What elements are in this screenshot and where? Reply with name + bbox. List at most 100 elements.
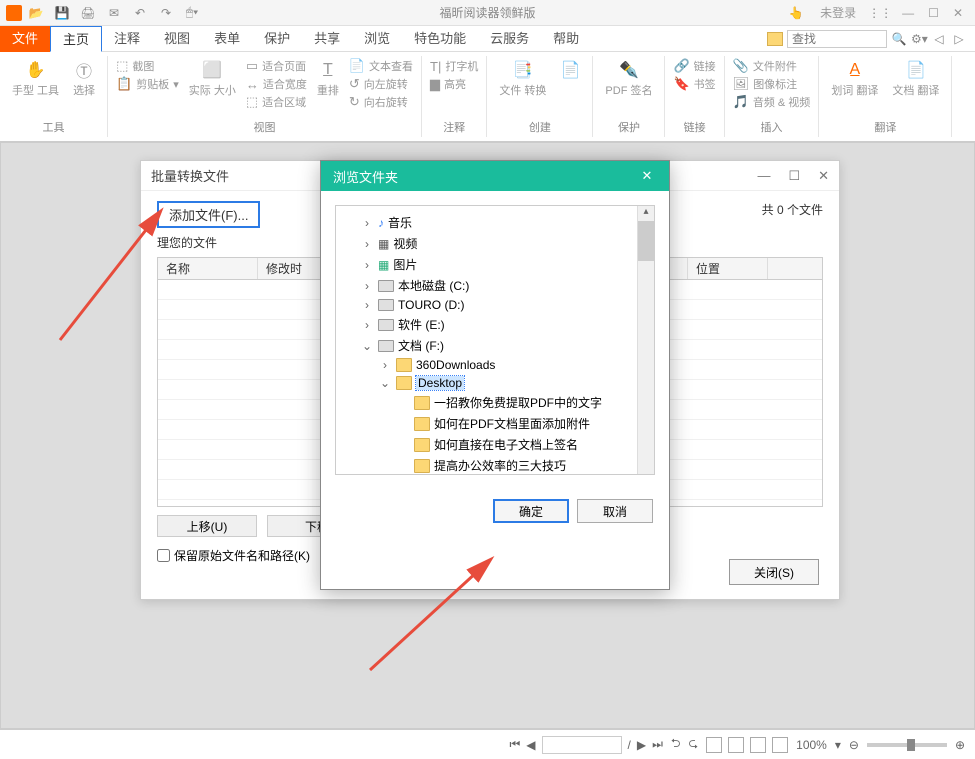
- actual-size-btn[interactable]: ⬜实际 大小: [185, 58, 240, 117]
- next-page-icon[interactable]: ▶: [637, 738, 646, 752]
- rotate-right-btn[interactable]: ↻向右旋转: [349, 94, 413, 110]
- tab-share[interactable]: 共享: [302, 26, 352, 52]
- text-view-btn[interactable]: 📄文本查看: [349, 58, 413, 74]
- tree-video[interactable]: ›视频: [342, 233, 648, 254]
- dropdown-icon[interactable]: 🖱▾: [184, 5, 200, 21]
- tree-360dl[interactable]: ›360Downloads: [342, 356, 648, 374]
- zoom-in-icon[interactable]: ⊕: [955, 738, 965, 752]
- maximize-button[interactable]: ☐: [928, 6, 939, 20]
- pdf-sign-btn[interactable]: ✒️PDF 签名: [601, 58, 656, 117]
- tree-scrollbar[interactable]: ▴: [637, 206, 654, 474]
- share-icon[interactable]: ⋮⋮: [872, 5, 888, 21]
- nav-back-icon[interactable]: ⮌: [671, 734, 681, 755]
- search-input[interactable]: [787, 30, 887, 48]
- nav-fwd-icon[interactable]: ⮎: [689, 734, 699, 755]
- batch-minimize[interactable]: —: [757, 168, 770, 184]
- keep-path-label: 保留原始文件名和路径(K): [174, 547, 310, 564]
- ok-button[interactable]: 确定: [493, 499, 569, 523]
- zoom-out-icon[interactable]: ⊖: [849, 738, 859, 752]
- save-icon[interactable]: 💾: [54, 5, 70, 21]
- tree-doc4[interactable]: 提高办公效率的三大技巧: [342, 455, 648, 475]
- col-loc[interactable]: 位置: [688, 258, 768, 279]
- zoom-value: 100%: [796, 738, 827, 752]
- fit-area-btn[interactable]: ⬚适合区域: [246, 94, 307, 110]
- tab-view[interactable]: 视图: [152, 26, 202, 52]
- search-icon[interactable]: 🔍: [891, 32, 907, 46]
- fit-width-btn[interactable]: ↔适合宽度: [246, 76, 307, 92]
- col-name[interactable]: 名称: [158, 258, 258, 279]
- layout-4-icon[interactable]: [772, 737, 788, 753]
- redo-icon[interactable]: ↷: [158, 5, 174, 21]
- page-input[interactable]: [542, 736, 622, 754]
- browse-close-icon[interactable]: ✕: [637, 168, 657, 184]
- highlight-btn[interactable]: ▆高亮: [430, 76, 478, 92]
- ribbon: ✋手型 工具 Ⓣ选择 工具 ⬚截图 📋剪贴板▾ ⬜实际 大小 ▭适合页面 ↔适合…: [0, 52, 975, 142]
- cancel-button[interactable]: 取消: [577, 499, 653, 523]
- batch-close-button[interactable]: 关闭(S): [729, 559, 819, 585]
- minimize-button[interactable]: —: [902, 6, 914, 20]
- mail-icon[interactable]: ✉: [106, 5, 122, 21]
- add-file-button[interactable]: 添加文件(F)...: [157, 201, 260, 228]
- prev-page-icon[interactable]: ◀: [526, 738, 535, 752]
- batch-maximize[interactable]: ☐: [788, 168, 800, 184]
- image-annot-btn[interactable]: 🖼图像标注: [733, 76, 811, 92]
- tree-doc1[interactable]: 一招教你免费提取PDF中的文字: [342, 392, 648, 413]
- tab-form[interactable]: 表单: [202, 26, 252, 52]
- av-btn[interactable]: 🎵音频 & 视频: [733, 94, 811, 110]
- prev-icon[interactable]: ◁: [931, 32, 947, 46]
- tab-cloud[interactable]: 云服务: [478, 26, 541, 52]
- tree-music[interactable]: ›音乐: [342, 212, 648, 233]
- col-mod[interactable]: 修改时: [258, 258, 328, 279]
- tree-desktop[interactable]: ⌄Desktop: [342, 374, 648, 392]
- first-page-icon[interactable]: ⏮: [509, 737, 520, 752]
- tab-home[interactable]: 主页: [50, 26, 102, 52]
- tab-file[interactable]: 文件: [0, 26, 50, 52]
- convert-extra-btn[interactable]: 📄: [556, 58, 584, 117]
- layout-2-icon[interactable]: [728, 737, 744, 753]
- hand-icon[interactable]: 👆: [788, 5, 804, 21]
- doc-translate-btn[interactable]: 📄文档 翻译: [888, 58, 943, 117]
- file-attach-btn[interactable]: 📎文件附件: [733, 58, 811, 74]
- typewriter-btn[interactable]: T|打字机: [430, 58, 478, 74]
- file-convert-btn[interactable]: 📑文件 转换: [495, 58, 550, 117]
- statusbar: ⏮ ◀ / ▶ ⏭ ⮌ ⮎ 100% ▾ ⊖ ⊕: [0, 729, 975, 759]
- hand-tool[interactable]: ✋手型 工具: [8, 58, 63, 117]
- move-up-button[interactable]: 上移(U): [157, 515, 257, 537]
- zoom-dropdown-icon[interactable]: ▾: [835, 738, 841, 752]
- open-icon[interactable]: 📂: [28, 5, 44, 21]
- print-icon[interactable]: 🖨: [80, 5, 96, 21]
- tab-special[interactable]: 特色功能: [402, 26, 478, 52]
- tree-pic[interactable]: ›图片: [342, 254, 648, 275]
- layout-1-icon[interactable]: [706, 737, 722, 753]
- screenshot-btn[interactable]: ⬚截图: [116, 58, 179, 74]
- bookmark-btn[interactable]: 🔖书签: [673, 76, 715, 92]
- last-page-icon[interactable]: ⏭: [652, 737, 663, 752]
- tree-edrive[interactable]: ›软件 (E:): [342, 314, 648, 335]
- keep-path-checkbox[interactable]: [157, 549, 170, 562]
- folder-search-icon[interactable]: [767, 32, 783, 46]
- tree-ddrive[interactable]: ›TOURO (D:): [342, 296, 648, 314]
- close-button[interactable]: ✕: [953, 6, 963, 20]
- tab-help[interactable]: 帮助: [541, 26, 591, 52]
- clipboard-btn[interactable]: 📋剪贴板▾: [116, 76, 179, 92]
- login-status[interactable]: 未登录: [812, 4, 864, 21]
- next-icon[interactable]: ▷: [951, 32, 967, 46]
- tab-browse[interactable]: 浏览: [352, 26, 402, 52]
- rotate-left-btn[interactable]: ↺向左旋转: [349, 76, 413, 92]
- batch-close[interactable]: ✕: [818, 168, 829, 184]
- tree-fdrive[interactable]: ⌄文档 (F:): [342, 335, 648, 356]
- layout-3-icon[interactable]: [750, 737, 766, 753]
- select-tool[interactable]: Ⓣ选择: [69, 58, 99, 117]
- tree-cdrive[interactable]: ›本地磁盘 (C:): [342, 275, 648, 296]
- tab-comment[interactable]: 注释: [102, 26, 152, 52]
- zoom-slider[interactable]: [867, 743, 947, 747]
- link-btn[interactable]: 🔗链接: [673, 58, 715, 74]
- word-translate-btn[interactable]: A̲划词 翻译: [827, 58, 882, 117]
- gear-icon[interactable]: ⚙▾: [911, 32, 927, 46]
- reorder-btn[interactable]: T̲重排: [313, 58, 343, 117]
- tree-doc2[interactable]: 如何在PDF文档里面添加附件: [342, 413, 648, 434]
- tree-doc3[interactable]: 如何直接在电子文档上签名: [342, 434, 648, 455]
- tab-protect[interactable]: 保护: [252, 26, 302, 52]
- fit-page-btn[interactable]: ▭适合页面: [246, 58, 307, 74]
- undo-icon[interactable]: ↶: [132, 5, 148, 21]
